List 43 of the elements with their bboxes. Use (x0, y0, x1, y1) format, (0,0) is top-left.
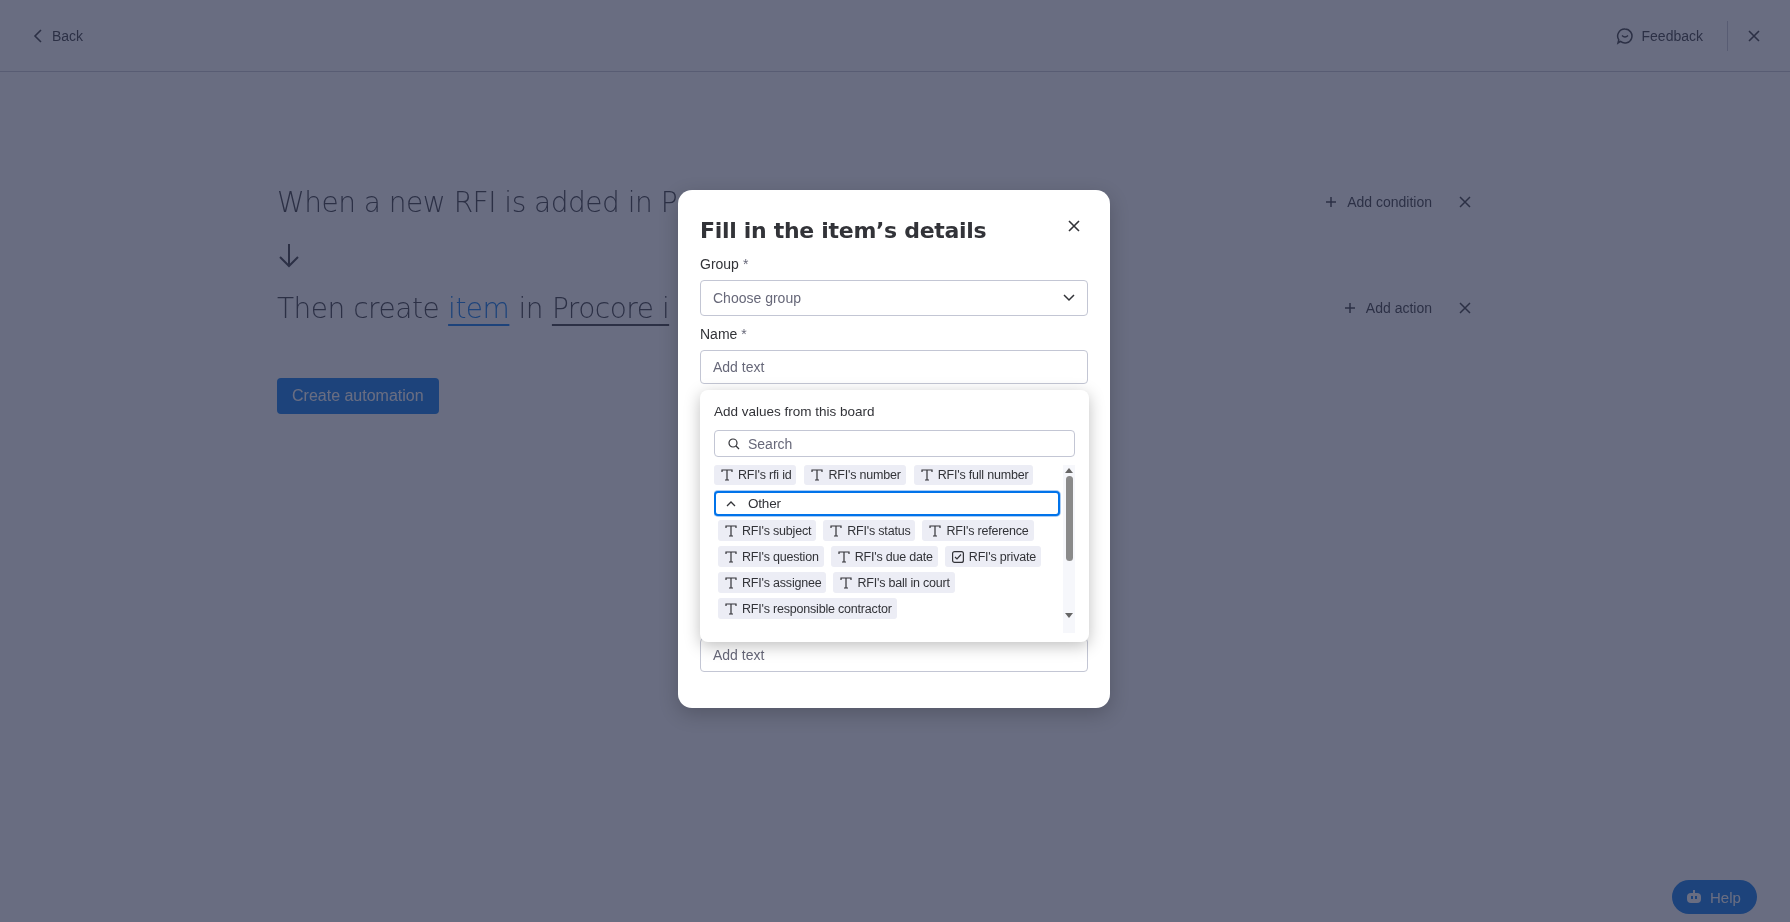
scrollbar[interactable] (1063, 465, 1075, 633)
text-type-icon (721, 469, 733, 481)
field-label: Group * (700, 255, 750, 274)
text-type-icon (837, 550, 850, 563)
field-label: Name * (700, 325, 748, 344)
text-type-icon (725, 602, 737, 615)
value-chip[interactable]: RFI's rfi id (714, 465, 797, 485)
checkbox-icon (951, 550, 964, 563)
value-chip[interactable]: RFI's question (718, 546, 824, 567)
text-type-icon (725, 550, 737, 563)
value-chip[interactable]: RFI's subject (718, 520, 817, 541)
text-type-icon (830, 524, 843, 537)
close-icon (1066, 218, 1082, 234)
close-button[interactable] (1066, 218, 1082, 234)
text-type-icon (840, 576, 853, 589)
group-dropdown[interactable]: Choose group (700, 280, 1088, 316)
action-text: in (518, 291, 543, 325)
value-chip[interactable]: RFI's reference (922, 520, 1034, 541)
value-chip[interactable]: RFI's private (944, 546, 1041, 567)
menu-heading: Add values from this board (714, 403, 876, 421)
action-text: Then create (277, 291, 440, 325)
scroll-up-icon (1065, 467, 1073, 473)
search-icon (728, 438, 740, 450)
text-type-icon (811, 469, 824, 481)
chevron-up-icon (726, 500, 736, 507)
value-chip[interactable]: RFI's number (804, 465, 906, 485)
trigger-sentence: When a new RFI is added in P (277, 185, 678, 219)
text-input-field[interactable]: Add text (700, 350, 1088, 384)
group-header[interactable]: Other (714, 491, 1060, 516)
value-chip[interactable]: RFI's responsible contractor (718, 598, 897, 619)
chevron-down-icon (1063, 294, 1075, 302)
value-chip[interactable]: RFI's ball in court (833, 572, 955, 593)
value-chip[interactable]: RFI's due date (830, 546, 938, 567)
text-type-icon (929, 524, 942, 537)
scroll-down-icon (1065, 613, 1073, 619)
value-chip[interactable]: RFI's status (823, 520, 916, 541)
text-type-icon (920, 469, 933, 481)
text-type-icon (725, 524, 737, 537)
value-chip[interactable]: RFI's assignee (718, 572, 827, 593)
text-type-icon (725, 576, 737, 589)
modal-title: Fill in the item’s details (700, 217, 987, 245)
search-field[interactable]: Search (714, 430, 1075, 457)
value-chip[interactable]: RFI's full number (913, 465, 1034, 485)
